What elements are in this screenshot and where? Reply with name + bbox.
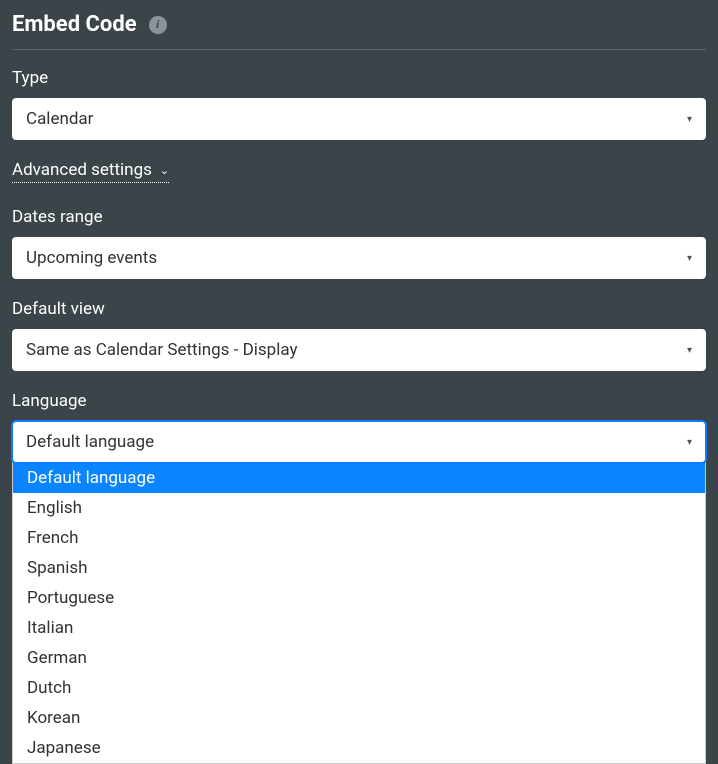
language-option[interactable]: Japanese <box>13 733 705 763</box>
dates-range-select-value: Upcoming events <box>26 248 157 268</box>
chevron-down-icon: ▾ <box>687 253 692 264</box>
chevron-down-icon: ⌄ <box>160 164 169 177</box>
type-select-value: Calendar <box>26 109 93 129</box>
language-select[interactable]: Default language ▾ <box>12 421 706 463</box>
type-field: Type Calendar ▾ <box>12 68 706 140</box>
language-option[interactable]: Dutch <box>13 673 705 703</box>
section-header: Embed Code i <box>12 12 706 50</box>
default-view-select[interactable]: Same as Calendar Settings - Display ▾ <box>12 329 706 371</box>
chevron-down-icon: ▾ <box>687 437 692 448</box>
language-option[interactable]: Default language <box>13 463 705 493</box>
language-option[interactable]: Italian <box>13 613 705 643</box>
dates-range-field: Dates range Upcoming events ▾ <box>12 207 706 279</box>
default-view-field: Default view Same as Calendar Settings -… <box>12 299 706 371</box>
chevron-down-icon: ▾ <box>687 345 692 356</box>
advanced-settings-toggle[interactable]: Advanced settings ⌄ <box>12 160 169 183</box>
language-option[interactable]: English <box>13 493 705 523</box>
default-view-label: Default view <box>12 299 706 319</box>
dates-range-label: Dates range <box>12 207 706 227</box>
chevron-down-icon: ▾ <box>687 114 692 125</box>
type-label: Type <box>12 68 706 88</box>
language-select-value: Default language <box>26 432 154 452</box>
language-option[interactable]: French <box>13 523 705 553</box>
default-view-select-value: Same as Calendar Settings - Display <box>26 340 298 360</box>
language-option[interactable]: Portuguese <box>13 583 705 613</box>
language-label: Language <box>12 391 706 411</box>
advanced-settings-label: Advanced settings <box>12 160 152 180</box>
language-dropdown-list: Default languageEnglishFrenchSpanishPort… <box>12 462 706 764</box>
language-option[interactable]: Spanish <box>13 553 705 583</box>
language-option[interactable]: German <box>13 643 705 673</box>
language-field: Language Default language ▾ Default lang… <box>12 391 706 764</box>
language-option[interactable]: Korean <box>13 703 705 733</box>
type-select[interactable]: Calendar ▾ <box>12 98 706 140</box>
dates-range-select[interactable]: Upcoming events ▾ <box>12 237 706 279</box>
info-icon[interactable]: i <box>149 16 167 34</box>
page-title: Embed Code <box>12 12 137 37</box>
